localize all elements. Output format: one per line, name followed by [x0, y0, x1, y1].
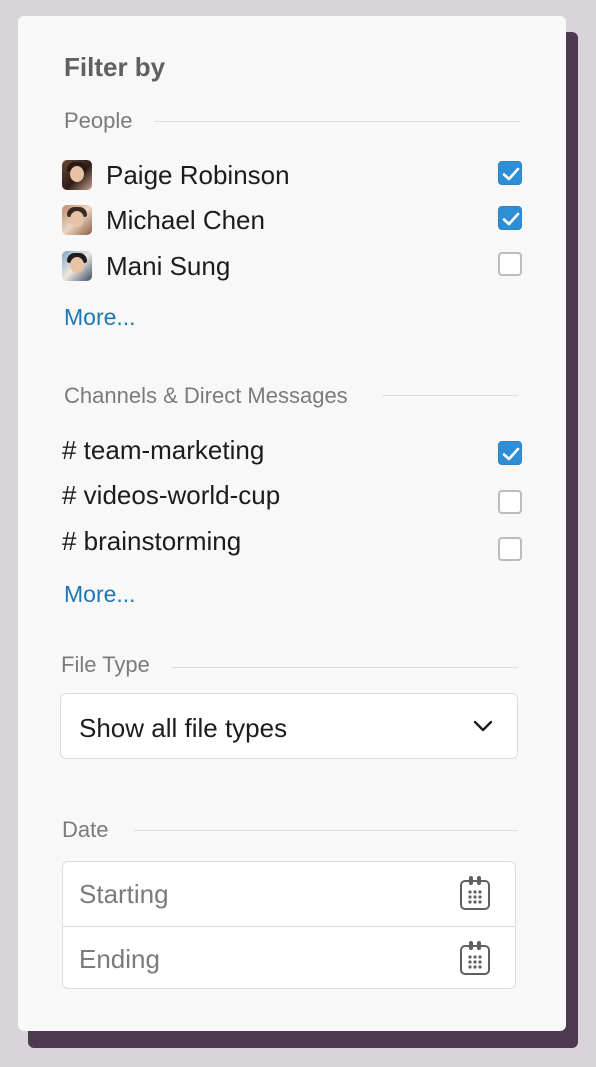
- channel-row-videos-world-cup[interactable]: # videos-world-cup: [62, 475, 522, 515]
- person-row-mani[interactable]: Mani Sung: [62, 246, 522, 286]
- end-date-field[interactable]: Ending: [63, 926, 515, 990]
- file-type-divider: [172, 667, 518, 668]
- channels-divider: [382, 395, 518, 396]
- person-row-michael[interactable]: Michael Chen: [62, 200, 522, 240]
- channel-name: # videos-world-cup: [62, 479, 281, 510]
- check-icon: [502, 212, 520, 226]
- person-name: Mani Sung: [106, 250, 231, 281]
- person-name: Michael Chen: [106, 204, 265, 235]
- panel-title: Filter by: [64, 52, 166, 82]
- file-type-selected-value: Show all file types: [79, 713, 288, 743]
- chevron-down-icon: [473, 720, 493, 732]
- date-divider: [134, 830, 518, 831]
- channel-name: # team-marketing: [62, 434, 265, 465]
- file-type-section-label: File Type: [61, 652, 150, 677]
- start-date-field[interactable]: Starting: [63, 862, 515, 925]
- channel-name: # brainstorming: [62, 525, 242, 556]
- channel-row-team-marketing[interactable]: # team-marketing: [62, 430, 522, 470]
- people-section-label: People: [64, 108, 133, 133]
- person-checkbox-paige[interactable]: [498, 161, 522, 185]
- avatar: [62, 160, 92, 190]
- filter-panel: Filter by People Paige Robinson Michael …: [18, 16, 566, 1031]
- calendar-icon[interactable]: [459, 875, 491, 911]
- person-checkbox-michael[interactable]: [498, 206, 522, 230]
- file-type-select[interactable]: Show all file types: [60, 693, 518, 759]
- person-checkbox-mani[interactable]: [498, 252, 522, 276]
- date-range-group: Starting Ending: [62, 861, 516, 989]
- person-row-paige[interactable]: Paige Robinson: [62, 155, 522, 195]
- person-name: Paige Robinson: [106, 159, 290, 190]
- people-divider: [154, 121, 520, 122]
- avatar: [62, 251, 92, 281]
- check-icon: [502, 167, 520, 181]
- stage: Filter by People Paige Robinson Michael …: [0, 0, 596, 1067]
- avatar: [62, 205, 92, 235]
- end-date-placeholder: Ending: [79, 944, 160, 974]
- channels-more-link[interactable]: More...: [64, 581, 136, 608]
- channel-row-brainstorming[interactable]: # brainstorming: [62, 521, 522, 561]
- people-more-link[interactable]: More...: [64, 304, 136, 331]
- check-icon: [502, 447, 520, 461]
- date-section-label: Date: [62, 817, 109, 842]
- channel-checkbox-brainstorming[interactable]: [498, 537, 522, 561]
- channel-checkbox-videos-world-cup[interactable]: [498, 490, 522, 514]
- start-date-placeholder: Starting: [79, 879, 169, 909]
- calendar-icon[interactable]: [459, 940, 491, 976]
- channels-section-label: Channels & Direct Messages: [64, 383, 348, 408]
- channel-checkbox-team-marketing[interactable]: [498, 441, 522, 465]
